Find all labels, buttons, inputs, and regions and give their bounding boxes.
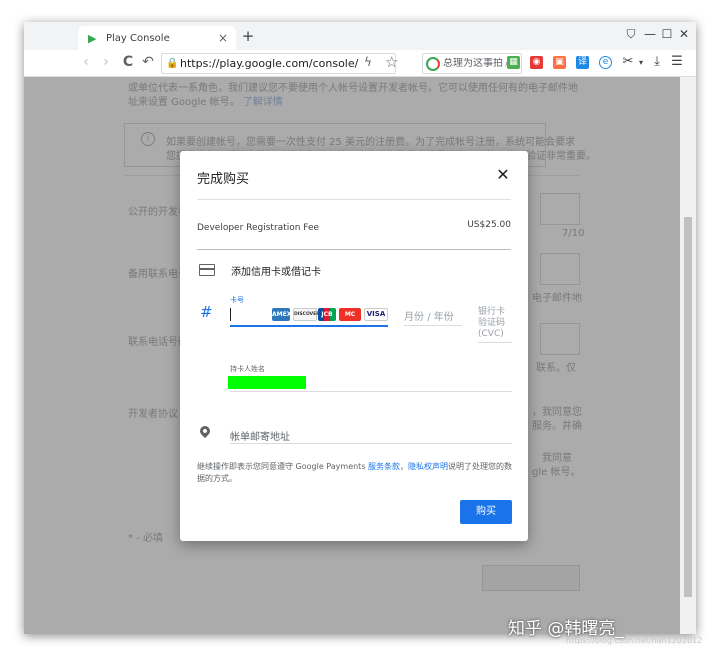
card-number-input[interactable] [230, 325, 388, 327]
watermark-url: https://blog.csdn.net/han1202012 [566, 636, 703, 645]
minimize-button[interactable]: — [643, 27, 657, 41]
expiry-underline [404, 325, 462, 326]
tab-strip: ▶ Play Console × + ⛉ — ☐ ✕ [24, 22, 696, 50]
home-button[interactable]: ↶ [140, 54, 156, 70]
play-console-favicon-icon: ▶ [88, 31, 97, 45]
divider [197, 249, 511, 250]
privacy-notice-link[interactable]: 隐私权声明 [408, 462, 448, 471]
extension-icon[interactable]: ▣ [553, 56, 566, 69]
dialog-title: 完成购买 [197, 172, 250, 187]
reload-button[interactable]: C [120, 54, 136, 70]
location-pin-icon [197, 423, 213, 439]
expiry-input[interactable]: 月份 / 年份 [404, 308, 454, 323]
browser-window: ▶ Play Console × + ⛉ — ☐ ✕ ‹ › C ↶ 🔒 htt… [24, 22, 696, 634]
discover-icon: DISCOVER [293, 308, 320, 321]
amex-icon: AMEX [272, 308, 291, 321]
cardholder-label: 持卡人姓名 [230, 365, 265, 373]
legal-text: 继续操作即表示您同意遵守 Google Payments 服务条款，隐私权声明说… [197, 462, 513, 483]
add-card-label: 添加信用卡或借记卡 [231, 267, 321, 278]
expiry-separator: / [427, 312, 431, 323]
card-number-label: 卡号 [230, 296, 244, 304]
menu-icon[interactable]: ☰ [670, 54, 684, 69]
purchase-dialog: 完成购买 ✕ Developer Registration Fee US$25.… [180, 151, 528, 541]
expiry-year: 年份 [433, 312, 454, 323]
translate-icon[interactable]: 译 [576, 56, 589, 69]
lightning-icon[interactable]: ϟ [364, 55, 372, 69]
game-icon[interactable]: ◉ [530, 56, 543, 69]
expiry-month: 月份 [404, 312, 424, 323]
maximize-button[interactable]: ☐ [660, 27, 674, 41]
scrollbar-thumb[interactable] [684, 217, 692, 597]
tab-title: Play Console [106, 32, 170, 44]
address-bar[interactable]: 🔒 https://play.google.com/console/ [161, 53, 396, 74]
apps-grid-icon[interactable]: ▦ [507, 56, 520, 69]
cvc-input[interactable]: 银行卡验证码 (CVC) [478, 307, 512, 340]
cvc-underline [478, 342, 512, 343]
chevron-down-icon[interactable]: ▾ [634, 58, 648, 67]
hash-icon: # [200, 303, 213, 321]
jcb-icon: JCB [318, 308, 336, 321]
mastercard-icon: MC [339, 308, 361, 321]
address-underline [230, 443, 512, 444]
visa-icon: VISA [364, 308, 388, 321]
terms-of-service-link[interactable]: 服务条款 [368, 462, 400, 471]
search-input[interactable] [443, 58, 503, 69]
lock-icon: 🔒 [166, 58, 179, 69]
close-tab-icon[interactable]: × [216, 31, 230, 45]
close-icon[interactable]: ✕ [494, 165, 512, 184]
forward-button[interactable]: › [98, 54, 114, 70]
divider [197, 199, 511, 200]
fee-amount: US$25.00 [467, 220, 511, 230]
browser-logo-icon[interactable]: e [599, 56, 612, 69]
skin-icon[interactable]: ⛉ [624, 27, 638, 42]
download-icon[interactable]: ⤓ [650, 54, 664, 69]
scissors-icon[interactable]: ✂ [621, 54, 635, 69]
buy-button[interactable]: 购买 [460, 500, 512, 524]
text-caret [230, 308, 231, 321]
cardholder-input[interactable] [230, 391, 512, 392]
billing-address-input[interactable]: 帐单邮寄地址 [230, 428, 290, 443]
star-icon[interactable]: ☆ [385, 53, 398, 71]
tab-play-console[interactable]: ▶ Play Console × [78, 26, 236, 50]
back-button[interactable]: ‹ [78, 54, 94, 70]
credit-card-icon [199, 264, 215, 276]
close-window-button[interactable]: ✕ [677, 27, 691, 41]
url-text: https://play.google.com/console/ [180, 57, 359, 70]
scrollbar[interactable] [680, 77, 696, 634]
page-content: 或单位代表一系角色，我们建议您不要使用个人帐号设置开发者帐号。它可以使用任何有的… [24, 77, 680, 634]
browser-toolbar: ‹ › C ↶ 🔒 https://play.google.com/consol… [24, 50, 696, 77]
new-tab-button[interactable]: + [240, 27, 256, 45]
search-engine-icon [426, 56, 440, 71]
cardholder-name-redaction [228, 376, 306, 389]
fee-label: Developer Registration Fee [197, 223, 320, 233]
